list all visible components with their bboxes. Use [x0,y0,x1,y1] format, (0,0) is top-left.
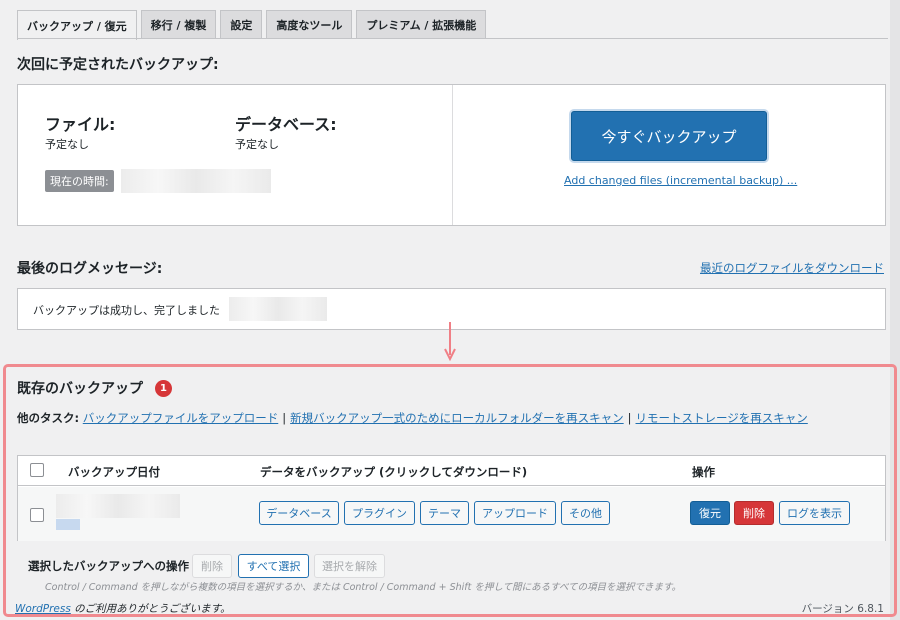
column-backup-data: データをバックアップ (クリックしてダウンロード) [260,465,528,479]
selection-hint: Control / Command を押しながら複数の項目を選択するか、または … [45,582,682,593]
backup-date-detail-redacted [56,519,80,530]
rescan-remote-storage-link[interactable]: リモートストレージを再スキャン [636,411,808,425]
backup-date-redacted [56,494,180,518]
database-label: データベース: [235,115,337,134]
next-backup-title: 次回に予定されたバックアップ: [17,57,219,73]
table-header: バックアップ日付 データをバックアップ (クリックしてダウンロード) 操作 [18,456,885,486]
column-actions: 操作 [692,465,715,479]
database-value: 予定なし [235,138,279,151]
footer-thanks-text: のご利用ありがとうございます。 [70,603,231,615]
files-label: ファイル: [45,115,116,134]
last-log-title: 最後のログメッセージ: [17,261,163,277]
row-checkbox[interactable] [30,508,44,522]
column-backup-date: バックアップ日付 [68,465,160,479]
bulk-actions-label: 選択したバックアップへの操作 [28,559,189,573]
nav-tabs: バックアップ / 復元 移行 / 複製 設定 高度なツール プレミアム / 拡張… [17,10,487,40]
current-time-label: 現在の時間: [45,170,114,192]
incremental-backup-link[interactable]: Add changed files (incremental backup) .… [564,174,797,187]
current-time-value-redacted [121,169,271,193]
backup-now-button[interactable]: 今すぐバックアップ [571,111,767,161]
select-all-checkbox[interactable] [30,463,44,477]
down-arrow-icon [444,322,456,362]
download-uploads-button[interactable]: アップロード [474,501,556,525]
rescan-local-folder-link[interactable]: 新規バックアップ一式のためにローカルフォルダーを再スキャン [290,411,624,425]
tab-advanced-tools[interactable]: 高度なツール [266,10,353,39]
other-tasks-label: 他のタスク: [17,411,80,425]
download-database-button[interactable]: データベース [259,501,339,525]
upload-backup-files-link[interactable]: バックアップファイルをアップロード [83,411,279,425]
tab-backup-restore[interactable]: バックアップ / 復元 [17,10,137,40]
next-backup-panel: ファイル: 予定なし データベース: 予定なし 現在の時間: 今すぐバックアップ… [17,84,886,226]
select-all-button[interactable]: すべて選択 [238,554,309,578]
bulk-delete-button[interactable]: 削除 [192,554,232,578]
delete-button[interactable]: 削除 [734,501,774,525]
task-separator: | [627,411,632,425]
deselect-button[interactable]: 選択を解除 [314,554,385,578]
tab-premium-extensions[interactable]: プレミアム / 拡張機能 [356,10,487,39]
download-log-link[interactable]: 最近のログファイルをダウンロード [700,260,884,276]
last-log-message: バックアップは成功し、完了しました [33,304,220,317]
tabs-divider [17,38,888,39]
view-log-button[interactable]: ログを表示 [779,501,850,525]
backup-count-badge: 1 [155,380,172,397]
existing-backups-title: 既存のバックアップ [17,381,143,397]
log-timestamp-redacted [229,297,327,321]
footer-thanks: WordPress のご利用ありがとうございます。 [15,601,231,616]
table-row: データベース プラグイン テーマ アップロード その他 復元 削除 ログを表示 [18,487,885,541]
other-tasks: 他のタスク: バックアップファイルをアップロード | 新規バックアップ一式のためにロ… [17,410,808,426]
download-themes-button[interactable]: テーマ [420,501,469,525]
download-plugins-button[interactable]: プラグイン [344,501,415,525]
wordpress-link[interactable]: WordPress [15,603,71,615]
restore-button[interactable]: 復元 [690,501,730,525]
files-value: 予定なし [45,138,89,151]
panel-divider [452,85,453,225]
task-separator: | [282,411,287,425]
footer-version: バージョン 6.8.1 [801,603,884,615]
download-others-button[interactable]: その他 [561,501,610,525]
backups-table: バックアップ日付 データをバックアップ (クリックしてダウンロード) 操作 デー… [17,455,886,541]
tab-migrate-clone[interactable]: 移行 / 複製 [140,10,217,39]
tab-settings[interactable]: 設定 [220,10,263,39]
